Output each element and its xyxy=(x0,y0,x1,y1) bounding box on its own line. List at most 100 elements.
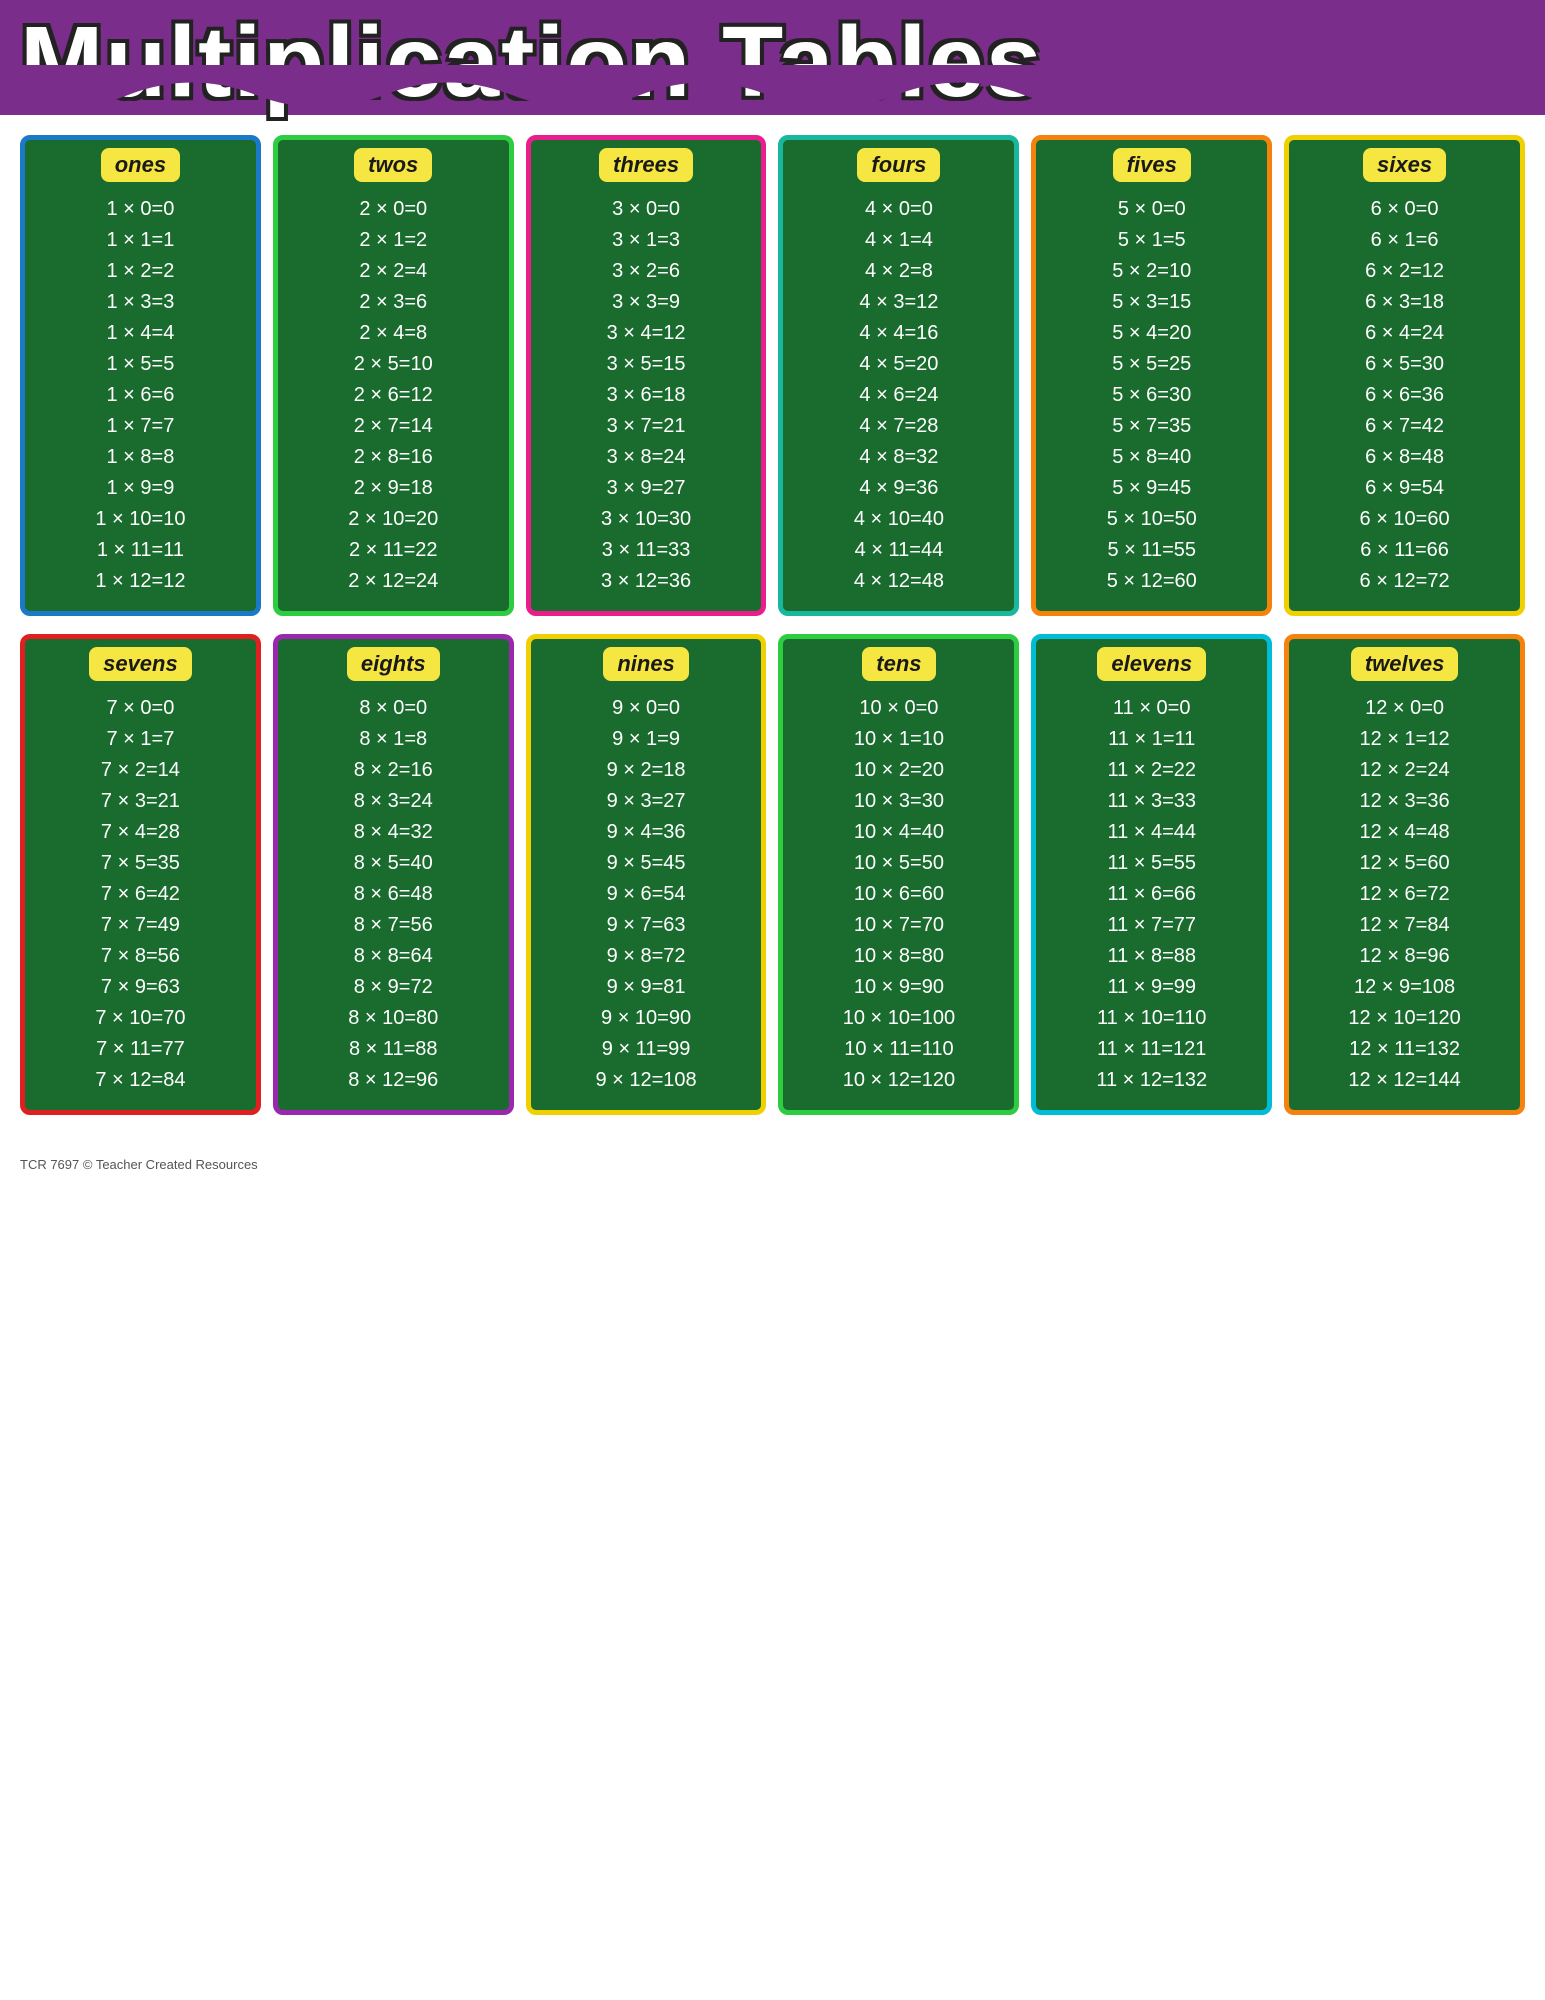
table-row-fours-3: 4 × 3=12 xyxy=(801,287,996,318)
table-row-fours-4: 4 × 4=16 xyxy=(801,318,996,349)
table-card-fives: fives 5 × 0=05 × 1=55 × 2=105 × 3=155 × 4… xyxy=(1031,135,1272,616)
table-row-fours-6: 4 × 6=24 xyxy=(801,380,996,411)
table-card-nines: nines9 × 0=09 × 1=99 × 2=189 × 3=279 × 4… xyxy=(526,634,767,1115)
table-row-nines-3: 9 × 3=27 xyxy=(549,786,744,817)
table-row-sevens-8: 7 × 8=56 xyxy=(43,941,238,972)
table-row-eights-4: 8 × 4=32 xyxy=(296,817,491,848)
table-row-tens-2: 10 × 2=20 xyxy=(801,755,996,786)
table-row-tens-7: 10 × 7=70 xyxy=(801,910,996,941)
table-row-sevens-6: 7 × 6=42 xyxy=(43,879,238,910)
table-row-eights-10: 8 × 10=80 xyxy=(296,1003,491,1034)
table-row-twelves-11: 12 × 11=132 xyxy=(1307,1034,1502,1065)
table-row-fives-3: 5 × 3=15 xyxy=(1054,287,1249,318)
table-row-ones-1: 1 × 1=1 xyxy=(43,225,238,256)
table-row-tens-12: 10 × 12=120 xyxy=(801,1065,996,1096)
table-row-sevens-7: 7 × 7=49 xyxy=(43,910,238,941)
table-row-eights-12: 8 × 12=96 xyxy=(296,1065,491,1096)
table-row-twos-7: 2 × 7=14 xyxy=(296,411,491,442)
table-row-ones-4: 1 × 4=4 xyxy=(43,318,238,349)
table-row-twelves-12: 12 × 12=144 xyxy=(1307,1065,1502,1096)
table-row-threes-8: 3 × 8=24 xyxy=(549,442,744,473)
table-row-elevens-1: 11 × 1=11 xyxy=(1054,724,1249,755)
table-row-eights-1: 8 × 1=8 xyxy=(296,724,491,755)
table-row-nines-0: 9 × 0=0 xyxy=(549,693,744,724)
table-row-ones-2: 1 × 2=2 xyxy=(43,256,238,287)
table-row-fours-11: 4 × 11=44 xyxy=(801,535,996,566)
table-body-twos: 2 × 0=02 × 1=22 × 2=42 × 3=62 × 4=82 × 5… xyxy=(286,188,501,603)
table-row-twelves-0: 12 × 0=0 xyxy=(1307,693,1502,724)
table-row-sixes-4: 6 × 4=24 xyxy=(1307,318,1502,349)
table-row-tens-6: 10 × 6=60 xyxy=(801,879,996,910)
table-row-fours-7: 4 × 7=28 xyxy=(801,411,996,442)
table-row-fours-9: 4 × 9=36 xyxy=(801,473,996,504)
table-row-fives-5: 5 × 5=25 xyxy=(1054,349,1249,380)
table-card-tens: tens 10 × 0=010 × 1=1010 × 2=2010 × 3=301… xyxy=(778,634,1019,1115)
table-row-sevens-2: 7 × 2=14 xyxy=(43,755,238,786)
table-row-tens-9: 10 × 9=90 xyxy=(801,972,996,1003)
table-row-eights-7: 8 × 7=56 xyxy=(296,910,491,941)
table-body-fours: 4 × 0=04 × 1=44 × 2=84 × 3=124 × 4=164 ×… xyxy=(791,188,1006,603)
table-row-twelves-7: 12 × 7=84 xyxy=(1307,910,1502,941)
table-body-eights: 8 × 0=08 × 1=88 × 2=168 × 3=248 × 4=328 … xyxy=(286,687,501,1102)
table-row-elevens-5: 11 × 5=55 xyxy=(1054,848,1249,879)
table-row-sevens-0: 7 × 0=0 xyxy=(43,693,238,724)
table-row-nines-6: 9 × 6=54 xyxy=(549,879,744,910)
table-row-nines-1: 9 × 1=9 xyxy=(549,724,744,755)
table-row-fours-10: 4 × 10=40 xyxy=(801,504,996,535)
table-row-elevens-3: 11 × 3=33 xyxy=(1054,786,1249,817)
table-row-fives-4: 5 × 4=20 xyxy=(1054,318,1249,349)
table-row-elevens-2: 11 × 2=22 xyxy=(1054,755,1249,786)
table-row-fours-5: 4 × 5=20 xyxy=(801,349,996,380)
table-card-ones: ones1 × 0=01 × 1=11 × 2=21 × 3=31 × 4=41… xyxy=(20,135,261,616)
table-row-twos-11: 2 × 11=22 xyxy=(296,535,491,566)
table-row-twos-1: 2 × 1=2 xyxy=(296,225,491,256)
table-row-twos-8: 2 × 8=16 xyxy=(296,442,491,473)
table-row-nines-9: 9 × 9=81 xyxy=(549,972,744,1003)
table-row-eights-6: 8 × 6=48 xyxy=(296,879,491,910)
header: Multiplication Tables xyxy=(0,0,1545,115)
table-row-ones-12: 1 × 12=12 xyxy=(43,566,238,597)
table-row-nines-10: 9 × 10=90 xyxy=(549,1003,744,1034)
table-row-twos-9: 2 × 9=18 xyxy=(296,473,491,504)
table-row-threes-0: 3 × 0=0 xyxy=(549,194,744,225)
table-body-nines: 9 × 0=09 × 1=99 × 2=189 × 3=279 × 4=369 … xyxy=(539,687,754,1102)
table-header-fives: fives xyxy=(1113,148,1191,182)
table-row-twelves-4: 12 × 4=48 xyxy=(1307,817,1502,848)
table-row-tens-1: 10 × 1=10 xyxy=(801,724,996,755)
table-row-fours-1: 4 × 1=4 xyxy=(801,225,996,256)
table-row-fives-7: 5 × 7=35 xyxy=(1054,411,1249,442)
table-row-twos-10: 2 × 10=20 xyxy=(296,504,491,535)
table-row-tens-4: 10 × 4=40 xyxy=(801,817,996,848)
table-row-sevens-1: 7 × 1=7 xyxy=(43,724,238,755)
table-row-fives-8: 5 × 8=40 xyxy=(1054,442,1249,473)
table-row-elevens-6: 11 × 6=66 xyxy=(1054,879,1249,910)
table-row-twelves-6: 12 × 6=72 xyxy=(1307,879,1502,910)
table-row-ones-0: 1 × 0=0 xyxy=(43,194,238,225)
table-row-fives-1: 5 × 1=5 xyxy=(1054,225,1249,256)
table-row-ones-9: 1 × 9=9 xyxy=(43,473,238,504)
table-row-fours-8: 4 × 8=32 xyxy=(801,442,996,473)
table-row-sixes-11: 6 × 11=66 xyxy=(1307,535,1502,566)
table-row-fours-12: 4 × 12=48 xyxy=(801,566,996,597)
table-header-eights: eights xyxy=(347,647,440,681)
table-row-eights-5: 8 × 5=40 xyxy=(296,848,491,879)
table-row-nines-12: 9 × 12=108 xyxy=(549,1065,744,1096)
table-body-elevens: 11 × 0=011 × 1=1111 × 2=2211 × 3=3311 × … xyxy=(1044,687,1259,1102)
table-row-elevens-12: 11 × 12=132 xyxy=(1054,1065,1249,1096)
table-row-nines-4: 9 × 4=36 xyxy=(549,817,744,848)
table-row-twos-12: 2 × 12=24 xyxy=(296,566,491,597)
table-card-sixes: sixes6 × 0=06 × 1=66 × 2=126 × 3=186 × 4… xyxy=(1284,135,1525,616)
table-body-tens: 10 × 0=010 × 1=1010 × 2=2010 × 3=3010 × … xyxy=(791,687,1006,1102)
table-row-nines-11: 9 × 11=99 xyxy=(549,1034,744,1065)
table-row-twelves-8: 12 × 8=96 xyxy=(1307,941,1502,972)
footer-text: TCR 7697 © Teacher Created Resources xyxy=(0,1153,1545,1176)
table-row-tens-3: 10 × 3=30 xyxy=(801,786,996,817)
table-row-threes-5: 3 × 5=15 xyxy=(549,349,744,380)
table-row-fives-2: 5 × 2=10 xyxy=(1054,256,1249,287)
table-row-sixes-3: 6 × 3=18 xyxy=(1307,287,1502,318)
table-header-tens: tens xyxy=(862,647,935,681)
table-row-fives-0: 5 × 0=0 xyxy=(1054,194,1249,225)
table-header-sixes: sixes xyxy=(1363,148,1446,182)
table-row-sixes-12: 6 × 12=72 xyxy=(1307,566,1502,597)
table-row-tens-10: 10 × 10=100 xyxy=(801,1003,996,1034)
